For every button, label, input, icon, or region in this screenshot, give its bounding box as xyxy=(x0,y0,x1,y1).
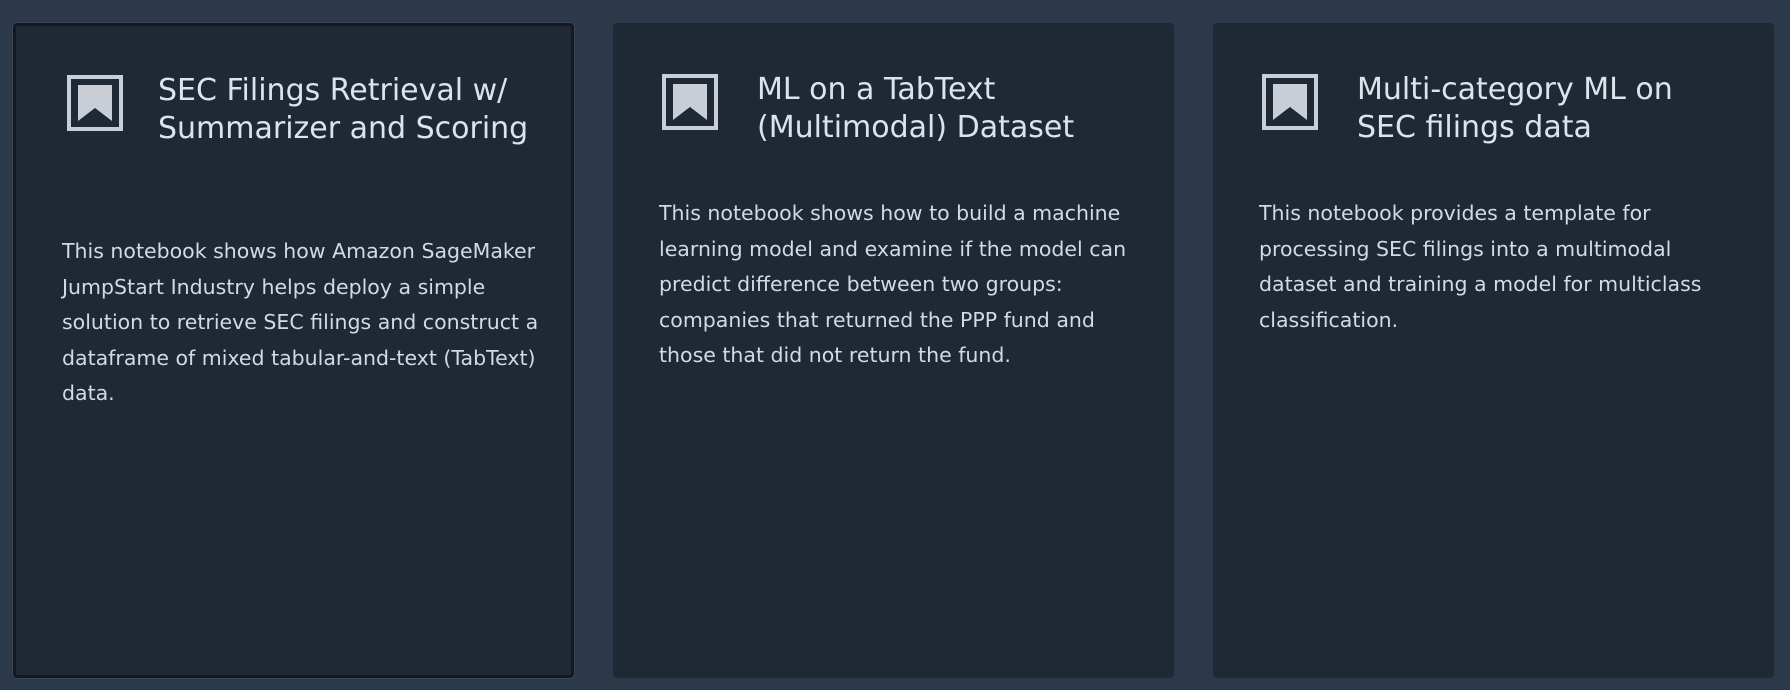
card-title: ML on a TabText (Multimodal) Dataset xyxy=(757,72,1075,145)
notebook-card-multi-category-ml[interactable]: Multi-category ML on SEC filings data Th… xyxy=(1213,23,1774,678)
bookmark-icon xyxy=(1262,74,1318,130)
notebook-card-sec-filings-retrieval[interactable]: SEC Filings Retrieval w/ Summarizer and … xyxy=(13,23,574,678)
card-description: This notebook shows how to build a machi… xyxy=(659,201,1127,367)
bookmark-icon xyxy=(662,74,718,130)
notebook-card-grid: SEC Filings Retrieval w/ Summarizer and … xyxy=(0,0,1790,690)
bookmark-icon xyxy=(67,75,123,131)
card-description: This notebook provides a template for pr… xyxy=(1259,201,1702,332)
notebook-card-ml-tabtext[interactable]: ML on a TabText (Multimodal) Dataset Thi… xyxy=(613,23,1174,678)
card-title: SEC Filings Retrieval w/ Summarizer and … xyxy=(158,73,529,146)
card-title: Multi-category ML on SEC filings data xyxy=(1357,72,1673,145)
card-description: This notebook shows how Amazon SageMaker… xyxy=(62,239,539,405)
